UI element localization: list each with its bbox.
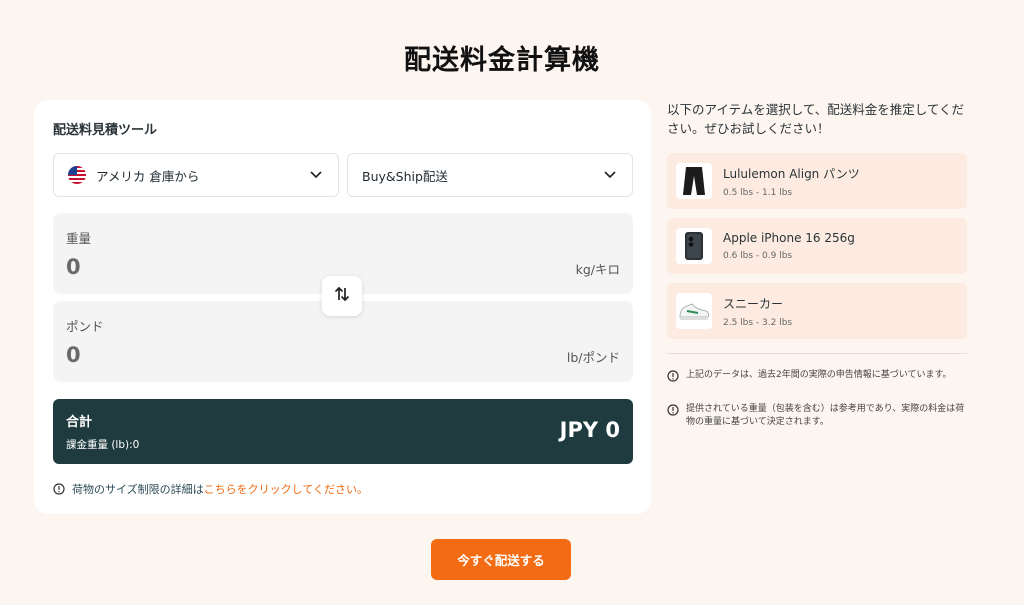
divider bbox=[667, 353, 967, 354]
sidebar-intro: 以下のアイテムを選択して、配送料金を推定してください。ぜひお試しください！ bbox=[667, 100, 967, 138]
calculator-card: 配送料見積ツール アメリカ 倉庫から Buy&Ship配送 重量 0 kg/キロ bbox=[34, 100, 651, 514]
sample-item[interactable]: Lululemon Align パンツ 0.5 lbs - 1.1 lbs bbox=[667, 153, 967, 209]
weight-kg-label: 重量 bbox=[66, 228, 91, 247]
sneaker-icon bbox=[676, 293, 712, 329]
page-title: 配送料金計算機 bbox=[0, 38, 1004, 77]
origin-warehouse-value: アメリカ 倉庫から bbox=[96, 166, 199, 185]
disclaimer: 上記のデータは、過去2年間の実際の申告情報に基づいています。 bbox=[667, 369, 967, 382]
chevron-down-icon bbox=[602, 167, 618, 183]
size-limit-link[interactable]: こちらをクリックしてください。 bbox=[204, 481, 368, 497]
item-weight-range: 2.5 lbs - 3.2 lbs bbox=[723, 318, 792, 328]
calculator-title: 配送料見積ツール bbox=[53, 119, 157, 138]
info-icon bbox=[667, 404, 679, 416]
us-flag-icon bbox=[68, 166, 86, 184]
weight-lb-input[interactable]: 0 bbox=[66, 343, 81, 367]
weight-lb-label: ポンド bbox=[66, 316, 104, 335]
weight-kg-unit: kg/キロ bbox=[576, 259, 620, 278]
total-panel: 合計 課金重量 (lb):0 JPY 0 bbox=[53, 399, 633, 464]
shipping-method-value: Buy&Ship配送 bbox=[362, 166, 448, 185]
item-weight-range: 0.5 lbs - 1.1 lbs bbox=[723, 188, 860, 198]
shipping-method-select[interactable]: Buy&Ship配送 bbox=[347, 153, 633, 197]
chargeable-weight: 課金重量 (lb):0 bbox=[66, 437, 139, 452]
item-name: スニーカー bbox=[723, 295, 792, 312]
total-value: JPY 0 bbox=[560, 418, 620, 442]
disclaimer: 提供されている重量（包装を含む）は参考用であり、実際の料金は荷物の重量に基づいて… bbox=[667, 403, 967, 429]
swap-arrows-icon bbox=[333, 285, 351, 307]
info-icon bbox=[53, 483, 65, 495]
disclaimer-text: 提供されている重量（包装を含む）は参考用であり、実際の料金は荷物の重量に基づいて… bbox=[686, 403, 967, 429]
chevron-down-icon bbox=[308, 167, 324, 183]
sample-item[interactable]: Apple iPhone 16 256g 0.6 lbs - 0.9 lbs bbox=[667, 218, 967, 274]
weight-lb-unit: lb/ポンド bbox=[567, 347, 620, 366]
item-name: Lululemon Align パンツ bbox=[723, 165, 860, 182]
phone-icon bbox=[676, 228, 712, 264]
total-label: 合計 bbox=[66, 411, 92, 430]
disclaimer-text: 上記のデータは、過去2年間の実際の申告情報に基づいています。 bbox=[686, 369, 952, 382]
item-weight-range: 0.6 lbs - 0.9 lbs bbox=[723, 251, 855, 261]
swap-units-button[interactable] bbox=[322, 276, 362, 316]
weight-kg-input[interactable]: 0 bbox=[66, 255, 81, 279]
origin-warehouse-select[interactable]: アメリカ 倉庫から bbox=[53, 153, 339, 197]
sample-item[interactable]: スニーカー 2.5 lbs - 3.2 lbs bbox=[667, 283, 967, 339]
size-limit-text: 荷物のサイズ制限の詳細は bbox=[72, 481, 204, 497]
size-limit-note: 荷物のサイズ制限の詳細はこちらをクリックしてください。 bbox=[53, 481, 368, 497]
item-name: Apple iPhone 16 256g bbox=[723, 231, 855, 245]
info-icon bbox=[667, 370, 679, 382]
ship-now-button[interactable]: 今すぐ配送する bbox=[431, 539, 571, 580]
pants-icon bbox=[676, 163, 712, 199]
